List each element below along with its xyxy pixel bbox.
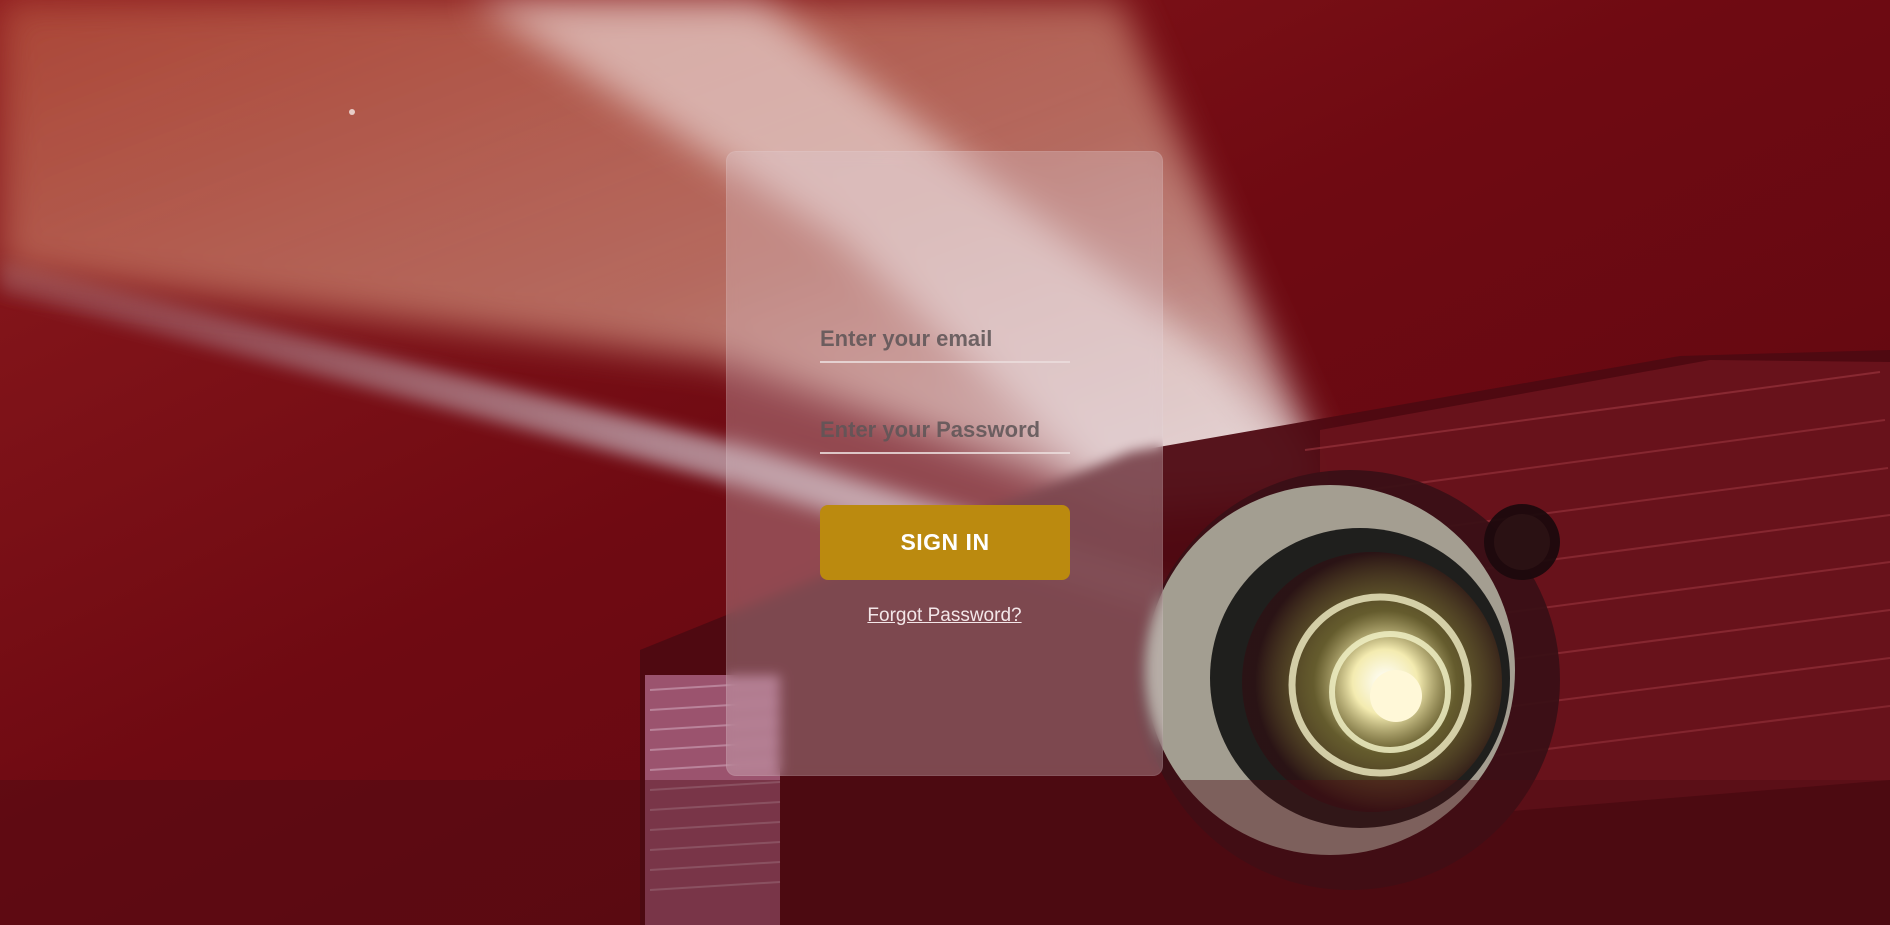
- password-input[interactable]: [820, 408, 1070, 452]
- login-card: SIGN IN Forgot Password?: [726, 151, 1163, 776]
- email-field[interactable]: [820, 317, 1070, 363]
- password-field[interactable]: [820, 408, 1070, 454]
- sign-in-button[interactable]: SIGN IN: [820, 505, 1070, 580]
- forgot-password-link[interactable]: Forgot Password?: [726, 605, 1163, 627]
- email-input[interactable]: [820, 317, 1070, 361]
